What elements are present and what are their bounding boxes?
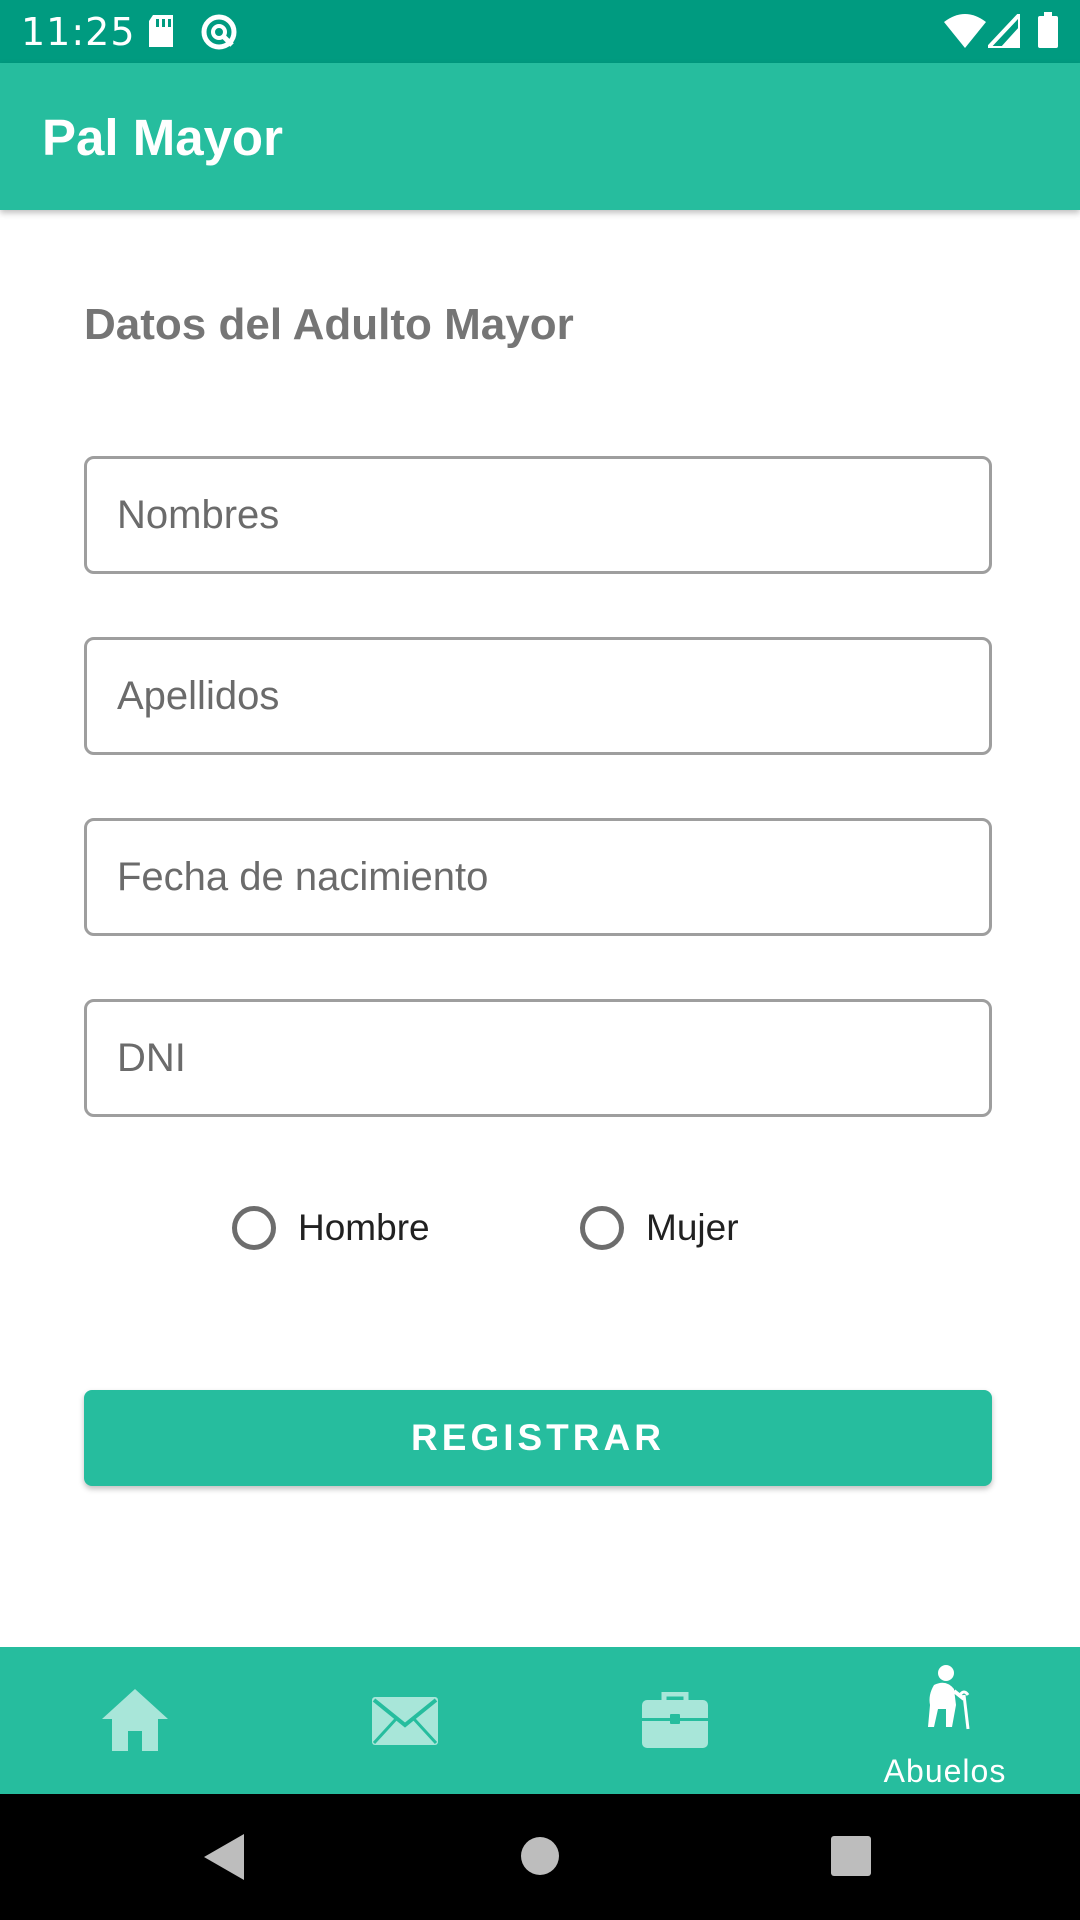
radio-hombre-circle[interactable] — [232, 1206, 276, 1250]
radio-hombre-label[interactable]: Hombre — [298, 1207, 430, 1249]
recents-icon[interactable] — [831, 1836, 871, 1881]
battery-icon — [1038, 12, 1058, 53]
back-icon[interactable] — [204, 1834, 244, 1885]
nav-label-abuelos: Abuelos — [883, 1753, 1007, 1789]
fecha-nacimiento-input[interactable] — [87, 821, 989, 933]
nombres-input[interactable] — [87, 459, 989, 571]
app-title: Pal Mayor — [42, 109, 283, 166]
register-button[interactable]: REGISTRAR — [84, 1390, 992, 1486]
briefcase-icon — [642, 1691, 708, 1753]
dni-field[interactable] — [84, 999, 992, 1117]
radio-mujer-label[interactable]: Mujer — [646, 1207, 739, 1249]
home-circle-icon[interactable] — [520, 1836, 560, 1881]
nav-item-home[interactable] — [0, 1647, 270, 1794]
nav-item-mail[interactable] — [270, 1647, 540, 1794]
apellidos-field[interactable] — [84, 637, 992, 755]
radio-mujer-circle[interactable] — [580, 1206, 624, 1250]
bottom-nav: Abuelos — [0, 1647, 1080, 1794]
fecha-nacimiento-field[interactable] — [84, 818, 992, 936]
status-time: 11:25 — [21, 10, 136, 54]
app-bar: Pal Mayor — [0, 63, 1080, 210]
radio-hombre[interactable]: Hombre — [232, 1200, 430, 1256]
nombres-field[interactable] — [84, 456, 992, 574]
apellidos-input[interactable] — [87, 640, 989, 752]
sd-card-icon — [147, 15, 175, 52]
home-icon — [102, 1689, 168, 1756]
nav-item-briefcase[interactable] — [540, 1647, 810, 1794]
radio-mujer[interactable]: Mujer — [580, 1200, 739, 1256]
elderly-person-icon — [920, 1665, 974, 1736]
mail-icon — [372, 1697, 438, 1750]
status-bar: 11:25 — [0, 0, 1080, 63]
system-nav-bar — [0, 1794, 1080, 1920]
dni-input[interactable] — [87, 1002, 989, 1114]
sync-circle-icon — [200, 13, 238, 56]
nav-item-abuelos[interactable]: Abuelos — [810, 1647, 1080, 1794]
wifi-icon — [944, 14, 986, 53]
section-title: Datos del Adulto Mayor — [84, 300, 574, 349]
cell-signal-icon — [983, 8, 1022, 53]
